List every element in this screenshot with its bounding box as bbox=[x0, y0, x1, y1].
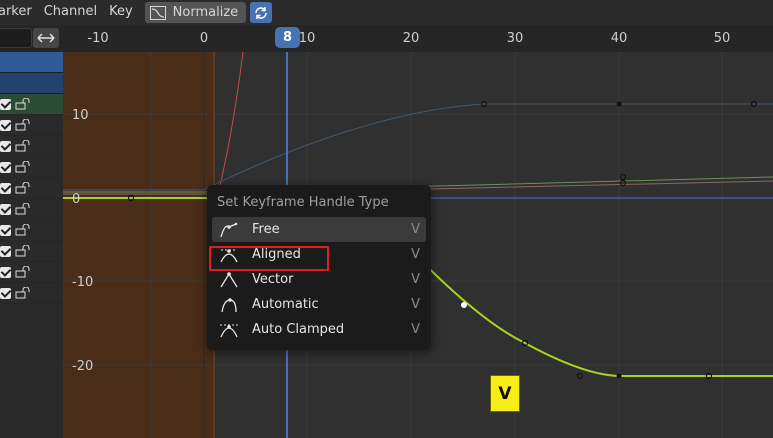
key-press-badge: V bbox=[490, 375, 520, 412]
y-axis-label: 10 bbox=[72, 108, 89, 123]
channel-action-row[interactable] bbox=[0, 73, 63, 94]
menu-item-hotkey: V bbox=[411, 222, 420, 237]
unlock-icon[interactable] bbox=[15, 266, 31, 278]
menu-item-hotkey: V bbox=[411, 272, 420, 287]
y-axis-label: -20 bbox=[72, 359, 93, 374]
channel-row[interactable] bbox=[0, 94, 63, 115]
unlock-icon[interactable] bbox=[15, 245, 31, 257]
menu-title: Set Keyframe Handle Type bbox=[217, 195, 389, 210]
channel-row[interactable] bbox=[0, 262, 63, 283]
ruler-tick: 10 bbox=[298, 31, 316, 46]
visibility-checkbox[interactable] bbox=[0, 98, 11, 110]
normalize-toggle[interactable]: Normalize bbox=[144, 2, 247, 23]
menu-item-label: Free bbox=[252, 222, 280, 237]
handle-automatic-icon bbox=[221, 297, 237, 312]
visibility-checkbox[interactable] bbox=[0, 140, 11, 152]
y-axis-label: -10 bbox=[72, 275, 93, 290]
unlock-icon[interactable] bbox=[15, 119, 31, 131]
channel-row[interactable] bbox=[0, 178, 63, 199]
ruler-tick: 40 bbox=[610, 31, 628, 46]
ruler-tick: -10 bbox=[87, 31, 109, 46]
ruler-tick: 30 bbox=[506, 31, 524, 46]
refresh-icon bbox=[255, 6, 267, 19]
normalize-icon bbox=[149, 5, 167, 21]
visibility-checkbox[interactable] bbox=[0, 266, 11, 278]
channel-search-field[interactable] bbox=[0, 28, 32, 48]
menu-item-free[interactable]: Free V bbox=[212, 217, 426, 242]
menu-key[interactable]: Key bbox=[103, 0, 139, 25]
channel-object-row[interactable] bbox=[0, 52, 63, 73]
channel-list bbox=[0, 52, 63, 438]
ruler-tick: 0 bbox=[199, 31, 209, 46]
visibility-checkbox[interactable] bbox=[0, 182, 11, 194]
visibility-checkbox[interactable] bbox=[0, 203, 11, 215]
visibility-checkbox[interactable] bbox=[0, 287, 11, 299]
highlight-annotation-box bbox=[209, 246, 329, 271]
keyframe-handle-selected[interactable] bbox=[461, 302, 467, 308]
channel-row[interactable] bbox=[0, 115, 63, 136]
menu-item-hotkey: V bbox=[411, 297, 420, 312]
normalize-label: Normalize bbox=[172, 5, 239, 20]
menu-item-automatic[interactable]: Automatic V bbox=[212, 292, 426, 317]
menu-item-label: Auto Clamped bbox=[252, 322, 345, 337]
channel-row[interactable] bbox=[0, 220, 63, 241]
menu-marker[interactable]: arker bbox=[0, 0, 38, 25]
swap-button[interactable] bbox=[33, 28, 59, 48]
menu-item-hotkey: V bbox=[411, 322, 420, 337]
unlock-icon[interactable] bbox=[15, 182, 31, 194]
timeline-ruler[interactable]: -10 0 10 20 30 40 50 8 bbox=[0, 25, 773, 52]
handle-vector-icon bbox=[220, 271, 238, 287]
channel-row[interactable] bbox=[0, 136, 63, 157]
menubar: arker Channel Key Normalize bbox=[0, 0, 773, 25]
handle-free-icon bbox=[220, 222, 238, 237]
y-axis-label: 0 bbox=[72, 192, 80, 207]
keyframe-point[interactable] bbox=[616, 101, 622, 107]
keyframe-point[interactable] bbox=[616, 373, 622, 379]
menu-item-hotkey: V bbox=[411, 247, 420, 262]
visibility-checkbox[interactable] bbox=[0, 224, 11, 236]
channel-row[interactable] bbox=[0, 157, 63, 178]
menu-item-label: Vector bbox=[252, 272, 294, 287]
menu-channel[interactable]: Channel bbox=[38, 0, 103, 25]
unlock-icon[interactable] bbox=[15, 287, 31, 299]
unlock-icon[interactable] bbox=[15, 98, 31, 110]
menu-item-label: Automatic bbox=[252, 297, 319, 312]
channel-row[interactable] bbox=[0, 199, 63, 220]
unlock-icon[interactable] bbox=[15, 203, 31, 215]
handle-auto-clamped-icon bbox=[220, 324, 238, 337]
channel-row[interactable] bbox=[0, 283, 63, 304]
visibility-checkbox[interactable] bbox=[0, 161, 11, 173]
channel-row[interactable] bbox=[0, 241, 63, 262]
visibility-checkbox[interactable] bbox=[0, 245, 11, 257]
ruler-tick: 50 bbox=[713, 31, 731, 46]
visibility-checkbox[interactable] bbox=[0, 119, 11, 131]
menu-item-auto-clamped[interactable]: Auto Clamped V bbox=[212, 317, 426, 342]
auto-normalize-button[interactable] bbox=[250, 2, 273, 23]
ruler-tick: 20 bbox=[402, 31, 420, 46]
unlock-icon[interactable] bbox=[15, 140, 31, 152]
unlock-icon[interactable] bbox=[15, 161, 31, 173]
horizontal-arrows-icon bbox=[37, 33, 55, 43]
current-frame-indicator[interactable]: 8 bbox=[275, 27, 300, 48]
unlock-icon[interactable] bbox=[15, 224, 31, 236]
